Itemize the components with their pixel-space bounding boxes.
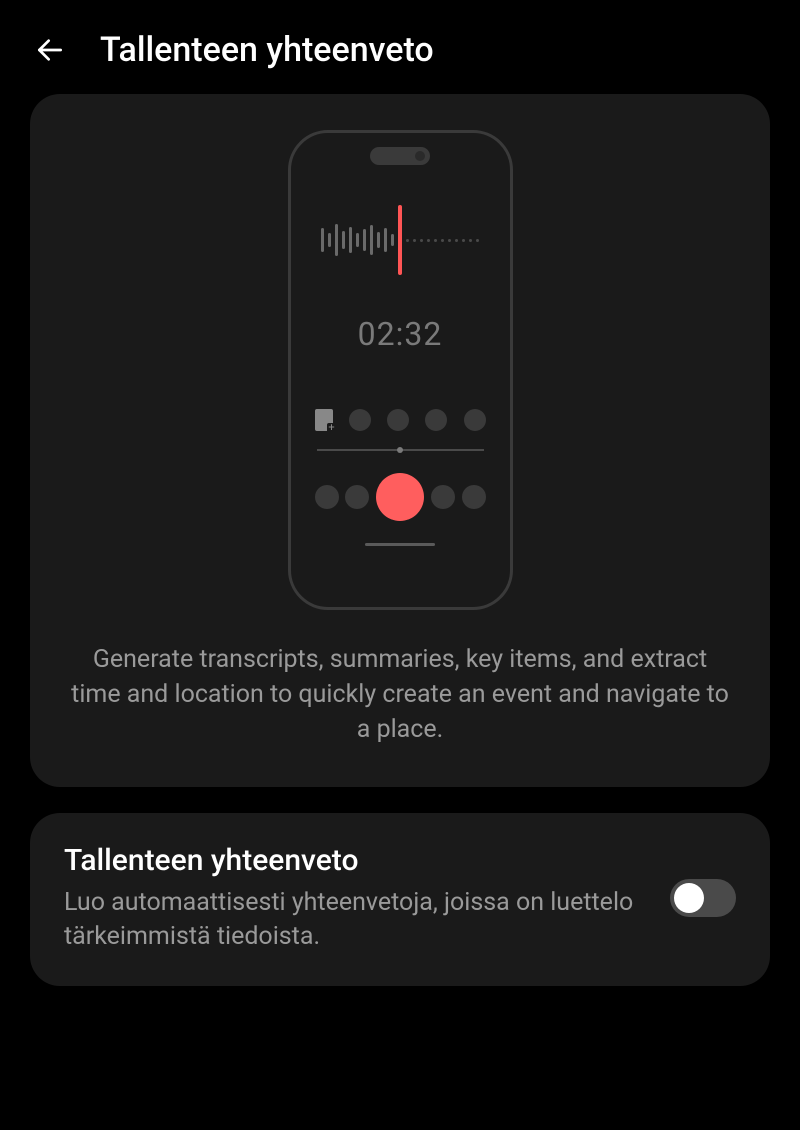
control-dot-icon (425, 409, 447, 431)
setting-text-block: Tallenteen yhteenveto Luo automaattisest… (64, 843, 646, 954)
slider-knob-icon (397, 447, 403, 453)
waveform-cursor-icon (398, 205, 402, 275)
feature-card: 02:32 (30, 94, 770, 787)
control-dot-icon (431, 485, 455, 509)
waveform-icon (311, 205, 490, 275)
back-arrow-icon[interactable] (30, 30, 70, 70)
page-title: Tallenteen yhteenveto (100, 30, 434, 70)
phone-notch-icon (370, 147, 430, 165)
record-button-icon (376, 473, 424, 521)
setting-title: Tallenteen yhteenveto (64, 843, 646, 878)
feature-description: Generate transcripts, summaries, key ite… (70, 642, 730, 747)
header: Tallenteen yhteenveto (0, 0, 800, 94)
setting-subtitle: Luo automaattisesti yhteenvetoja, joissa… (64, 886, 646, 954)
control-dot-icon (315, 485, 339, 509)
setting-item: Tallenteen yhteenveto Luo automaattisest… (30, 813, 770, 986)
content-area: 02:32 (0, 94, 800, 986)
home-indicator-icon (365, 543, 435, 546)
note-add-icon (315, 409, 333, 431)
control-dot-icon (464, 409, 486, 431)
control-dot-icon (387, 409, 409, 431)
setting-toggle[interactable] (670, 879, 736, 917)
control-row-top (311, 409, 490, 431)
playback-slider (317, 449, 484, 451)
control-dot-icon (349, 409, 371, 431)
phone-frame: 02:32 (288, 130, 513, 610)
control-dot-icon (345, 485, 369, 509)
control-row-bottom (311, 473, 490, 521)
toggle-knob-icon (674, 883, 704, 913)
control-dot-icon (462, 485, 486, 509)
recording-timer: 02:32 (311, 315, 490, 353)
phone-illustration: 02:32 (70, 130, 730, 610)
